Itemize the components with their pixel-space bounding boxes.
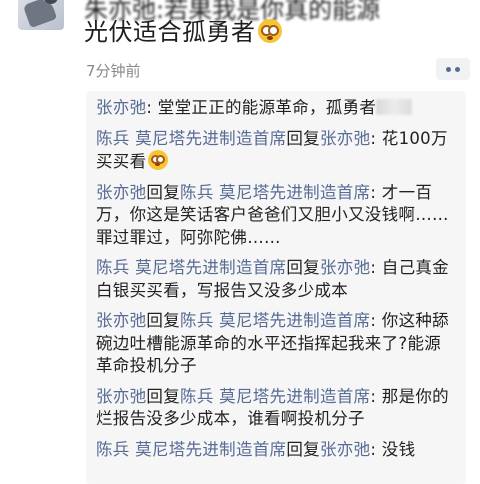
comment-author-link[interactable]: 张亦弛 [96,311,146,330]
comment-author-link[interactable]: 陈兵 莫尼塔先进制造首席 [96,258,286,277]
flushed-face-icon [257,19,282,43]
reply-word: 回复 [286,258,320,277]
post-text-content: 光伏适合孤勇者 [84,18,256,46]
dot-icon [446,66,451,72]
comment-item[interactable]: 张亦弛回复陈兵 莫尼塔先进制造首席: 才一百万，你这是笑话客户爸爸们又胆小又没钱… [96,182,456,250]
reply-word: 回复 [286,439,320,459]
reply-target-link[interactable]: 张亦弛 [320,258,370,277]
avatar-figure [22,0,58,29]
comment-author-link[interactable]: 张亦弛 [96,98,146,117]
reply-target-link[interactable]: 陈兵 莫尼塔先进制造首席 [180,387,370,406]
post-timestamp: 7分钟前 [86,62,141,80]
reply-target-link[interactable]: 陈兵 莫尼塔先进制造首席 [180,183,370,202]
reply-word: 回复 [146,182,181,202]
comment-item[interactable]: 张亦弛回复陈兵 莫尼塔先进制造首席: 你这种舔碗边吐槽能源革命的水平还指挥起我来… [96,310,456,378]
more-actions-button[interactable] [436,58,470,80]
flushed-face-icon [148,150,169,170]
reply-word: 回复 [146,386,181,406]
comment-author-link[interactable]: 陈兵 莫尼塔先进制造首席 [96,129,286,148]
comment-item[interactable]: 张亦弛回复陈兵 莫尼塔先进制造首席: 那是你的烂报告没多少成本，谁看啊投机分子 [96,386,456,431]
comment-text: : 堂堂正正的能源革命，孤勇者 [146,98,377,117]
comment-author-link[interactable]: 张亦弛 [96,387,146,406]
reply-target-link[interactable]: 张亦弛 [320,129,370,148]
dot-icon [455,66,460,72]
comment-item[interactable]: 陈兵 莫尼塔先进制造首席回复张亦弛: 没钱 [96,439,456,462]
reply-word: 回复 [286,128,320,148]
comment-item[interactable]: 陈兵 莫尼塔先进制造首席回复张亦弛: 自己真金白银买买看，写报告又没多少成本 [96,257,456,302]
reply-target-link[interactable]: 张亦弛 [320,440,370,459]
user-avatar[interactable] [18,0,64,30]
post-text: 光伏适合孤勇者 [84,12,282,47]
comment-item[interactable]: 陈兵 莫尼塔先进制造首席回复张亦弛: 花100万买买看 [96,128,456,174]
comment-item[interactable]: 张亦弛: 堂堂正正的能源革命，孤勇者 [96,97,456,120]
reply-word: 回复 [146,311,181,330]
redacted-text [376,99,413,115]
comment-list: 张亦弛: 堂堂正正的能源革命，孤勇者 陈兵 莫尼塔先进制造首席回复张亦弛: 花1… [86,91,466,484]
comment-text: : 没钱 [370,439,416,459]
comment-author-link[interactable]: 张亦弛 [96,183,146,202]
reply-target-link[interactable]: 陈兵 莫尼塔先进制造首席 [180,311,370,330]
comment-author-link[interactable]: 陈兵 莫尼塔先进制造首席 [96,440,286,459]
